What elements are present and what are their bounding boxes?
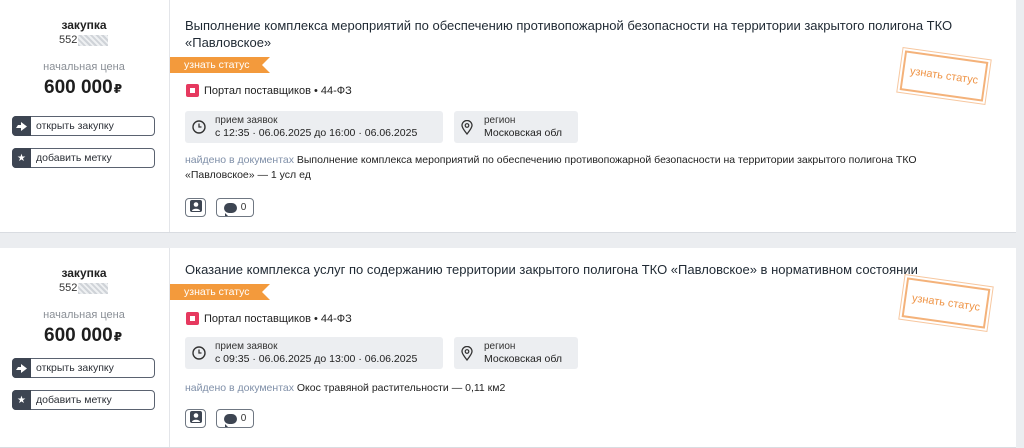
application-period: прием заявок с 09:35 · 06.06.2025 до 13:… [185, 337, 443, 369]
tender-number: 552 [59, 282, 109, 294]
user-icon [189, 411, 202, 426]
region-info: регион Московская обл [454, 337, 578, 369]
card-summary: закупка 552 начальная цена 600 000₽ откр… [0, 248, 170, 447]
region-info: регион Московская обл [454, 111, 578, 143]
initial-price: 600 000₽ [44, 77, 123, 98]
open-tender-button[interactable]: открыть закупку [12, 358, 155, 378]
open-tender-button[interactable]: открыть закупку [12, 116, 155, 136]
assign-user-button[interactable] [185, 198, 206, 217]
user-icon [189, 200, 202, 215]
status-ribbon[interactable]: узнать статус [170, 284, 270, 300]
currency-sign: ₽ [113, 82, 123, 96]
currency-sign: ₽ [113, 330, 123, 344]
location-pin-icon [461, 119, 475, 135]
initial-price: 600 000₽ [44, 325, 123, 346]
tender-card: закупка 552 начальная цена 600 000₽ откр… [0, 0, 1016, 233]
status-stamp[interactable]: узнать статус [896, 46, 992, 106]
price-label: начальная цена [43, 309, 125, 321]
platform-logo-icon [186, 312, 199, 325]
arrow-right-icon [12, 116, 31, 136]
masked-number [78, 282, 109, 294]
found-in-documents: найдено в документах Окос травяной расти… [185, 382, 506, 394]
card-summary: закупка 552 начальная цена 600 000₽ откр… [0, 0, 170, 232]
location-pin-icon [461, 345, 475, 361]
masked-number [78, 34, 109, 46]
clock-icon [192, 120, 206, 134]
assign-user-button[interactable] [185, 409, 206, 428]
tender-card: закупка 552 начальная цена 600 000₽ откр… [0, 248, 1016, 448]
comment-icon [223, 413, 237, 427]
platform-info: Портал поставщиков • 44-ФЗ [186, 312, 352, 325]
star-icon: ★ [12, 148, 31, 168]
comment-icon [223, 202, 237, 216]
comments-count: 0 [240, 202, 247, 213]
comments-count: 0 [240, 413, 247, 424]
add-tag-button[interactable]: ★ добавить метку [12, 390, 155, 410]
price-label: начальная цена [43, 61, 125, 73]
comments-button[interactable]: 0 [216, 409, 254, 428]
clock-icon [192, 346, 206, 360]
star-icon: ★ [12, 390, 31, 410]
tender-title[interactable]: Оказание комплекса услуг по содержанию т… [185, 261, 965, 278]
found-in-documents: найдено в документах Выполнение комплекс… [185, 154, 917, 181]
tender-kind: закупка [61, 18, 107, 32]
platform-info: Портал поставщиков • 44-ФЗ [186, 84, 352, 97]
status-ribbon[interactable]: узнать статус [170, 57, 270, 73]
application-period: прием заявок с 12:35 · 06.06.2025 до 16:… [185, 111, 443, 143]
status-stamp[interactable]: узнать статус [898, 273, 994, 333]
tender-number: 552 [59, 34, 109, 46]
platform-logo-icon [186, 84, 199, 97]
tender-kind: закупка [61, 266, 107, 280]
tender-title[interactable]: Выполнение комплекса мероприятий по обес… [185, 17, 965, 51]
arrow-right-icon [12, 358, 31, 378]
comments-button[interactable]: 0 [216, 198, 254, 217]
add-tag-button[interactable]: ★ добавить метку [12, 148, 155, 168]
